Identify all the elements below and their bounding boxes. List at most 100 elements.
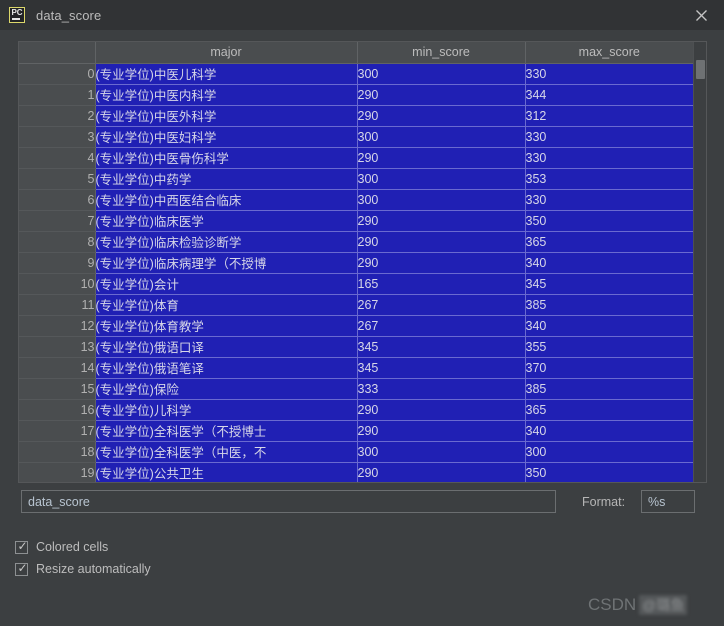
cell-max-score[interactable]: 365 — [525, 231, 693, 253]
vertical-scrollbar[interactable] — [693, 42, 706, 482]
cell-major[interactable]: (专业学位)俄语口译 — [95, 336, 358, 358]
table-row[interactable]: 6 (专业学位)中西医结合临床 300 330 — [19, 189, 693, 211]
cell-min-score[interactable]: 300 — [357, 126, 526, 148]
cell-min-score[interactable]: 345 — [357, 357, 526, 379]
cell-max-score[interactable]: 345 — [525, 273, 693, 295]
row-index[interactable]: 3 — [19, 126, 96, 148]
table-row[interactable]: 14 (专业学位)俄语笔译 345 370 — [19, 357, 693, 379]
cell-min-score[interactable]: 345 — [357, 336, 526, 358]
cell-max-score[interactable]: 353 — [525, 168, 693, 190]
cell-max-score[interactable]: 344 — [525, 84, 693, 106]
table-row[interactable]: 8 (专业学位)临床检验诊断学 290 365 — [19, 231, 693, 253]
cell-major[interactable]: (专业学位)中医内科学 — [95, 84, 358, 106]
cell-min-score[interactable]: 333 — [357, 378, 526, 400]
cell-max-score[interactable]: 330 — [525, 189, 693, 211]
table-row[interactable]: 7 (专业学位)临床医学 290 350 — [19, 210, 693, 232]
format-input[interactable] — [641, 490, 695, 513]
vertical-scrollbar-thumb[interactable] — [696, 60, 705, 79]
table-row[interactable]: 17 (专业学位)全科医学（不授博士 290 340 — [19, 420, 693, 442]
cell-min-score[interactable]: 300 — [357, 189, 526, 211]
table-row[interactable]: 10 (专业学位)会计 165 345 — [19, 273, 693, 295]
cell-major[interactable]: (专业学位)会计 — [95, 273, 358, 295]
cell-max-score[interactable]: 330 — [525, 126, 693, 148]
table-row[interactable]: 2 (专业学位)中医外科学 290 312 — [19, 105, 693, 127]
cell-min-score[interactable]: 290 — [357, 462, 526, 482]
cell-major[interactable]: (专业学位)中医妇科学 — [95, 126, 358, 148]
cell-max-score[interactable]: 370 — [525, 357, 693, 379]
cell-min-score[interactable]: 290 — [357, 399, 526, 421]
cell-min-score[interactable]: 290 — [357, 84, 526, 106]
row-index[interactable]: 18 — [19, 441, 96, 463]
cell-min-score[interactable]: 165 — [357, 273, 526, 295]
cell-major[interactable]: (专业学位)临床医学 — [95, 210, 358, 232]
row-index[interactable]: 11 — [19, 294, 96, 316]
cell-major[interactable]: (专业学位)体育 — [95, 294, 358, 316]
cell-max-score[interactable]: 350 — [525, 210, 693, 232]
row-index[interactable]: 6 — [19, 189, 96, 211]
table-row[interactable]: 4 (专业学位)中医骨伤科学 290 330 — [19, 147, 693, 169]
cell-major[interactable]: (专业学位)全科医学（不授博士 — [95, 420, 358, 442]
row-index[interactable]: 4 — [19, 147, 96, 169]
cell-major[interactable]: (专业学位)全科医学（中医，不 — [95, 441, 358, 463]
table-row[interactable]: 0 (专业学位)中医儿科学 300 330 — [19, 63, 693, 85]
table-row[interactable]: 3 (专业学位)中医妇科学 300 330 — [19, 126, 693, 148]
row-index[interactable]: 9 — [19, 252, 96, 274]
cell-max-score[interactable]: 340 — [525, 252, 693, 274]
row-index[interactable]: 8 — [19, 231, 96, 253]
row-index[interactable]: 15 — [19, 378, 96, 400]
row-index[interactable]: 14 — [19, 357, 96, 379]
column-header-min-score[interactable]: min_score — [357, 42, 526, 64]
row-index[interactable]: 19 — [19, 462, 96, 482]
cell-major[interactable]: (专业学位)中医外科学 — [95, 105, 358, 127]
cell-max-score[interactable]: 340 — [525, 315, 693, 337]
cell-major[interactable]: (专业学位)临床检验诊断学 — [95, 231, 358, 253]
cell-min-score[interactable]: 267 — [357, 315, 526, 337]
table-row[interactable]: 15 (专业学位)保险 333 385 — [19, 378, 693, 400]
row-index[interactable]: 10 — [19, 273, 96, 295]
column-header-major[interactable]: major — [95, 42, 358, 64]
checkbox-colored-cells[interactable]: ✓ Colored cells — [15, 539, 108, 554]
cell-major[interactable]: (专业学位)儿科学 — [95, 399, 358, 421]
cell-major[interactable]: (专业学位)公共卫生 — [95, 462, 358, 482]
cell-max-score[interactable]: 350 — [525, 462, 693, 482]
table-row[interactable]: 12 (专业学位)体育教学 267 340 — [19, 315, 693, 337]
row-index[interactable]: 1 — [19, 84, 96, 106]
cell-max-score[interactable]: 300 — [525, 441, 693, 463]
cell-major[interactable]: (专业学位)中药学 — [95, 168, 358, 190]
cell-major[interactable]: (专业学位)保险 — [95, 378, 358, 400]
cell-min-score[interactable]: 300 — [357, 63, 526, 85]
cell-min-score[interactable]: 290 — [357, 231, 526, 253]
data-table[interactable]: major min_score max_score 0 (专业学位)中医儿科学 30… — [19, 42, 693, 482]
cell-max-score[interactable]: 365 — [525, 399, 693, 421]
cell-min-score[interactable]: 290 — [357, 147, 526, 169]
cell-max-score[interactable]: 385 — [525, 378, 693, 400]
row-index[interactable]: 12 — [19, 315, 96, 337]
table-row[interactable]: 18 (专业学位)全科医学（中医，不 300 300 — [19, 441, 693, 463]
cell-major[interactable]: (专业学位)中医骨伤科学 — [95, 147, 358, 169]
cell-max-score[interactable]: 340 — [525, 420, 693, 442]
row-index[interactable]: 16 — [19, 399, 96, 421]
row-index[interactable]: 13 — [19, 336, 96, 358]
table-row[interactable]: 5 (专业学位)中药学 300 353 — [19, 168, 693, 190]
table-row[interactable]: 1 (专业学位)中医内科学 290 344 — [19, 84, 693, 106]
cell-major[interactable]: (专业学位)临床病理学（不授博 — [95, 252, 358, 274]
close-icon[interactable] — [678, 0, 724, 30]
table-row[interactable]: 13 (专业学位)俄语口译 345 355 — [19, 336, 693, 358]
table-row[interactable]: 16 (专业学位)儿科学 290 365 — [19, 399, 693, 421]
cell-min-score[interactable]: 290 — [357, 105, 526, 127]
row-index[interactable]: 2 — [19, 105, 96, 127]
cell-min-score[interactable]: 290 — [357, 252, 526, 274]
data-table-frame[interactable]: major min_score max_score 0 (专业学位)中医儿科学 30… — [18, 41, 707, 483]
cell-max-score[interactable]: 385 — [525, 294, 693, 316]
row-index[interactable]: 7 — [19, 210, 96, 232]
table-row[interactable]: 9 (专业学位)临床病理学（不授博 290 340 — [19, 252, 693, 274]
cell-min-score[interactable]: 300 — [357, 441, 526, 463]
cell-major[interactable]: (专业学位)中西医结合临床 — [95, 189, 358, 211]
table-row[interactable]: 11 (专业学位)体育 267 385 — [19, 294, 693, 316]
cell-min-score[interactable]: 290 — [357, 420, 526, 442]
cell-min-score[interactable]: 267 — [357, 294, 526, 316]
checkbox-icon[interactable]: ✓ — [15, 561, 28, 576]
cell-max-score[interactable]: 330 — [525, 147, 693, 169]
column-header-max-score[interactable]: max_score — [525, 42, 693, 64]
cell-min-score[interactable]: 300 — [357, 168, 526, 190]
